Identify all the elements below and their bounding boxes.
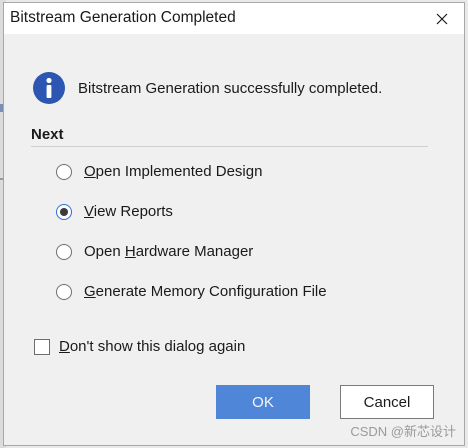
mnemonic-letter: V — [84, 203, 94, 220]
dialog-title: Bitstream Generation Completed — [10, 9, 236, 26]
radio-button[interactable] — [56, 283, 72, 300]
mnemonic-letter: G — [84, 283, 96, 300]
dont-show-again-option[interactable]: Don't show this dialog again — [34, 338, 245, 355]
radio-button[interactable] — [56, 243, 72, 260]
option-label: Open Hardware Manager — [84, 243, 254, 260]
close-icon — [436, 13, 448, 24]
mnemonic-letter: O — [84, 163, 96, 180]
option-label: Open Implemented Design — [84, 163, 263, 180]
ok-button[interactable]: OK — [216, 385, 310, 419]
message-row: Bitstream Generation successfully comple… — [32, 71, 382, 105]
option-generate-memory-configuration-file[interactable]: Generate Memory Configuration File — [56, 283, 327, 300]
option-label: View Reports — [84, 203, 173, 220]
section-divider — [31, 146, 428, 147]
cancel-button[interactable]: Cancel — [340, 385, 434, 419]
bitstream-dialog: Bitstream Generation Completed Bitstream… — [3, 2, 465, 446]
close-button[interactable] — [420, 3, 464, 34]
option-open-implemented-design[interactable]: Open Implemented Design — [56, 163, 262, 180]
title-bar: Bitstream Generation Completed — [4, 3, 464, 34]
success-message: Bitstream Generation successfully comple… — [78, 79, 383, 97]
option-label: Generate Memory Configuration File — [84, 283, 327, 300]
dont-show-checkbox[interactable] — [34, 338, 50, 355]
dont-show-label: Don't show this dialog again — [59, 338, 246, 355]
info-icon — [33, 72, 65, 104]
watermark-text: CSDN @新芯设计 — [350, 424, 456, 439]
mnemonic-letter: D — [59, 338, 70, 355]
radio-button[interactable] — [56, 163, 72, 180]
next-section-title: Next — [31, 126, 64, 143]
option-view-reports[interactable]: View Reports — [56, 203, 173, 220]
radio-button-selected[interactable] — [56, 203, 72, 220]
option-open-hardware-manager[interactable]: Open Hardware Manager — [56, 243, 253, 260]
dialog-content: Bitstream Generation successfully comple… — [4, 34, 464, 445]
mnemonic-letter: H — [124, 243, 136, 260]
